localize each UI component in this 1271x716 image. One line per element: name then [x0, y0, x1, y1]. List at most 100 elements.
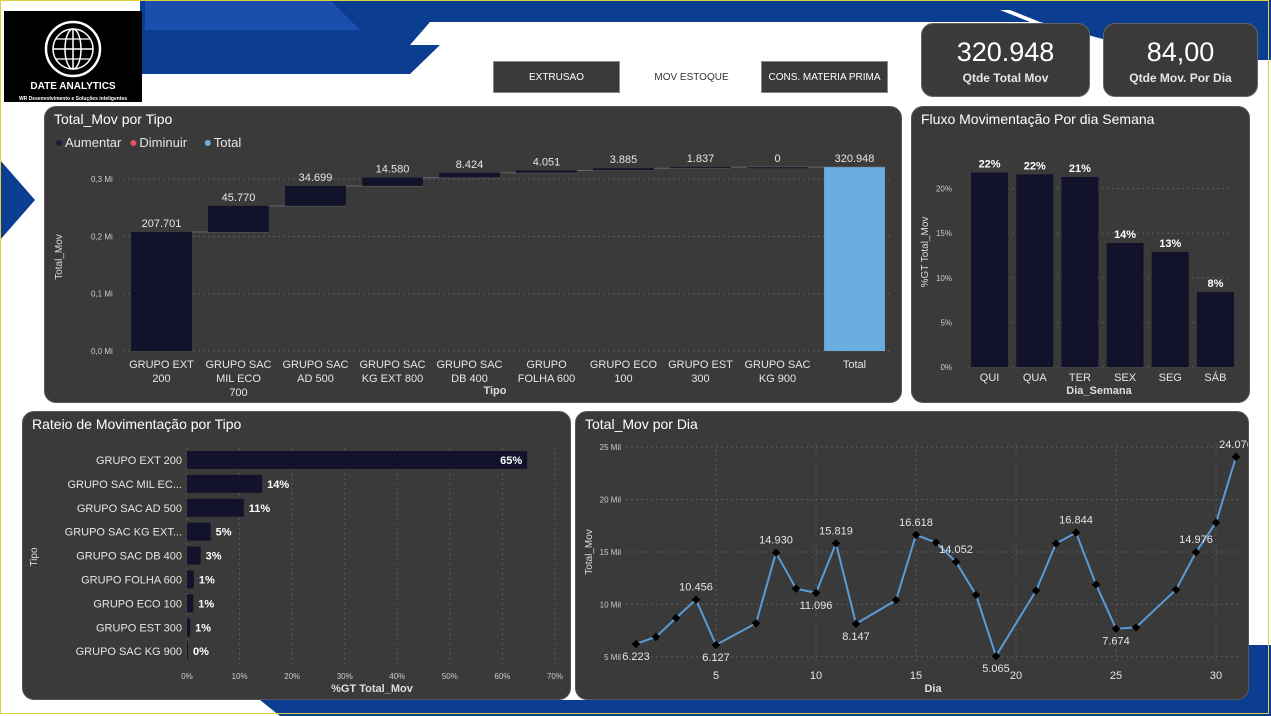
- x-tick-label: 0%: [181, 672, 193, 681]
- y-tick-label: GRUPO SAC KG 900: [76, 646, 182, 658]
- x-tick-label: MIL ECO: [216, 373, 261, 385]
- x-tick-label: 20%: [284, 672, 300, 681]
- x-tick-label: Total: [843, 359, 866, 371]
- y-tick-label: 10%: [936, 274, 952, 283]
- daily-data-label: 11.096: [800, 600, 833, 612]
- y-tick-label: 0%: [940, 363, 952, 372]
- waterfall-data-label: 14.580: [376, 164, 410, 176]
- x-tick-label: QUI: [980, 372, 1000, 384]
- x-tick-label: GRUPO SAC: [205, 359, 271, 371]
- x-tick-label: 10%: [232, 672, 248, 681]
- rateio-data-label: 0%: [193, 646, 209, 658]
- waterfall-panel: Total_Mov por Tipo Aumentar Diminuir Total…: [44, 106, 902, 403]
- rateio-bar: [187, 474, 263, 493]
- x-tick-label: GRUPO SAC: [436, 359, 502, 371]
- x-tick-label: SEX: [1114, 372, 1137, 384]
- rateio-bar: [187, 618, 191, 637]
- waterfall-chart: Aumentar Diminuir Total 0,0 Mi 0,1 Mi 0,2 Mi 0…: [54, 135, 893, 399]
- kpi-total-mov-value: 320.948: [956, 37, 1055, 67]
- waterfall-bar: [131, 232, 192, 351]
- x-tick-label: 25: [1110, 670, 1122, 682]
- waterfall-data-label: 8.424: [456, 159, 484, 171]
- rateio-bar: [187, 594, 194, 613]
- rateio-bar: [187, 546, 201, 565]
- y-tick-label: 0,3 Mi: [91, 175, 113, 184]
- kpi-total-mov-label: Qtde Total Mov: [962, 71, 1049, 85]
- daily-point: [751, 618, 761, 628]
- y-tick-label: 0,2 Mi: [91, 232, 113, 241]
- legend-marker-0: [56, 140, 62, 146]
- x-tick-label: 30: [1210, 670, 1222, 682]
- x-tick-label: 70%: [547, 672, 563, 681]
- x-tick-label: TER: [1069, 372, 1091, 384]
- waterfall-bar: [747, 167, 808, 169]
- x-tick-label: 700: [229, 387, 247, 399]
- logo-title: DATE ANALYTICS: [30, 81, 116, 92]
- x-tick-label: 50%: [442, 672, 458, 681]
- waterfall-bar: [285, 185, 346, 206]
- daily-point: [771, 548, 781, 557]
- daily-point: [711, 640, 721, 650]
- y-tick-label: 20 Mil: [600, 496, 622, 505]
- weekday-data-label: 21%: [1069, 163, 1091, 175]
- y-tick-label: 15 Mil: [600, 548, 622, 557]
- x-tick-label: 30%: [337, 672, 353, 681]
- y-tick-label: GRUPO SAC AD 500: [77, 503, 182, 515]
- daily-chart: 5 Mil 10 Mil 15 Mil 20 Mil 25 Mil 5 10 15 20 25 30…: [584, 439, 1248, 695]
- daily-point: [1231, 452, 1241, 462]
- x-tick-label: DB 400: [451, 373, 488, 385]
- waterfall-data-label: 4.051: [533, 156, 561, 168]
- x-axis-title: %GT Total_Mov: [331, 683, 414, 695]
- weekday-data-label: 22%: [1024, 160, 1046, 172]
- kpi-mov-por-dia-label: Qtde Mov. Por Dia: [1129, 71, 1232, 85]
- rateio-data-label: 11%: [249, 503, 271, 515]
- x-tick-label: 300: [691, 373, 709, 385]
- legend-label-0: Aumentar: [65, 135, 122, 150]
- weekday-panel: Fluxo Movimentação Por dia Semana 0% 5% 10…: [911, 106, 1250, 403]
- weekday-bar: [1016, 174, 1054, 367]
- y-tick-label: GRUPO SAC KG EXT...: [65, 527, 182, 539]
- x-axis-title: Tipo: [483, 385, 506, 397]
- waterfall-bar: [439, 172, 500, 178]
- waterfall-data-label: 34.699: [299, 172, 333, 184]
- rateio-data-label: 1%: [198, 598, 214, 610]
- daily-point: [811, 588, 821, 598]
- daily-data-label: 16.844: [1059, 515, 1093, 527]
- x-axis-title: Dia_Semana: [1066, 385, 1132, 397]
- rateio-data-label: 1%: [199, 574, 215, 586]
- rateio-bar: [187, 450, 528, 469]
- daily-data-label: 8.147: [842, 631, 870, 643]
- x-tick-label: FOLHA 600: [518, 373, 575, 385]
- rateio-bar: [187, 642, 188, 661]
- x-tick-label: QUA: [1023, 372, 1048, 384]
- logo-subtitle: WR Desenvolvimento e Soluções inteligent…: [18, 96, 128, 102]
- daily-panel: Total_Mov por Dia 5 Mil 10 Mil 15 Mil 20 Mi…: [575, 411, 1249, 700]
- waterfall-data-label: 0: [774, 153, 780, 165]
- daily-point: [631, 639, 641, 649]
- x-tick-label: GRUPO EST: [668, 359, 733, 371]
- legend-marker-1: [130, 140, 137, 146]
- legend-label-2: Total: [214, 135, 242, 150]
- kpi-mov-por-dia-value: 84,00: [1146, 37, 1215, 67]
- y-tick-label: GRUPO SAC DB 400: [76, 551, 182, 563]
- waterfall-data-label: 45.770: [222, 192, 256, 204]
- weekday-bar: [1196, 292, 1234, 367]
- rateio-chart: 0% 10% 20% 30% 40% 50% 60% 70% Tipo %GT Total_Mov…: [29, 448, 563, 695]
- daily-point: [1091, 580, 1101, 589]
- x-tick-label: SEG: [1159, 372, 1182, 384]
- weekday-chart: 0% 5% 10% 15% 20% %GT Total_Mov Dia_Semana 22% Q…: [920, 159, 1234, 397]
- y-tick-label: 5%: [940, 318, 952, 327]
- y-tick-label: GRUPO ECO 100: [93, 598, 182, 610]
- y-axis-title: Total_Mov: [584, 529, 595, 575]
- x-tick-label: SÁB: [1204, 371, 1226, 384]
- nav-cons-materia-prima-button[interactable]: CONS. MATERIA PRIMA: [761, 61, 888, 93]
- x-tick-label: GRUPO: [526, 359, 567, 371]
- daily-point: [791, 584, 801, 593]
- nav-mov-estoque-button[interactable]: MOV ESTOQUE: [628, 61, 755, 93]
- waterfall-data-label: 3.885: [610, 154, 638, 166]
- rateio-data-label: 65%: [500, 455, 522, 467]
- logo: DATE ANALYTICS WR Desenvolvimento e Solu…: [4, 11, 142, 102]
- waterfall-bar: [824, 167, 885, 351]
- waterfall-bar: [516, 170, 577, 173]
- nav-extrusao-button[interactable]: EXTRUSAO: [493, 61, 620, 93]
